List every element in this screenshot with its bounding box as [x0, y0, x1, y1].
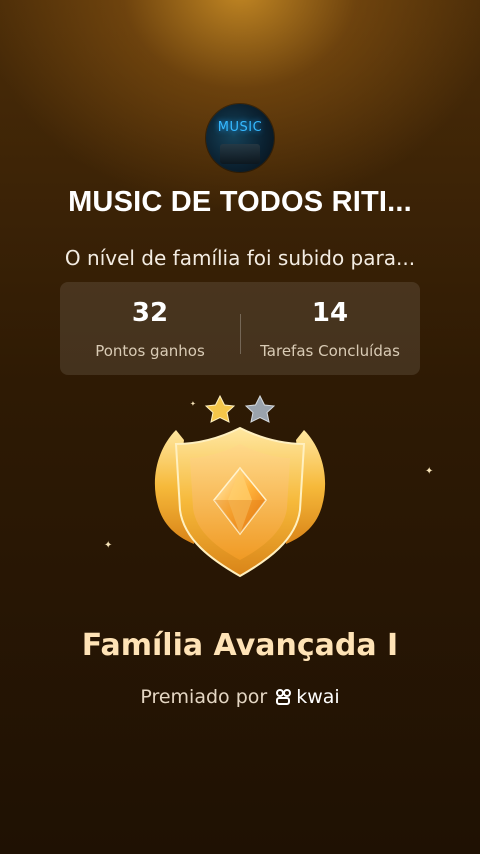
stat-points-label: Pontos ganhos — [95, 342, 205, 360]
star-filled-icon — [204, 394, 236, 423]
stats-panel: 32 Pontos ganhos 14 Tarefas Concluídas — [60, 282, 420, 375]
avatar-image-detail — [220, 144, 260, 164]
sparkle-icon: ✦ — [104, 540, 113, 551]
star-empty-icon — [244, 394, 276, 423]
stat-tasks-label: Tarefas Concluídas — [260, 342, 400, 360]
kwai-brand: kwai — [275, 686, 340, 708]
awarded-by-label: Premiado por — [140, 686, 268, 708]
stat-points: 32 Pontos ganhos — [60, 282, 240, 375]
awarded-by: Premiado por kwai — [0, 686, 480, 708]
stat-tasks-value: 14 — [311, 298, 349, 328]
stat-points-value: 32 — [131, 298, 169, 328]
level-up-message: O nível de família foi subido para... — [64, 246, 416, 270]
sparkle-icon: ✦ — [425, 466, 434, 477]
level-badge — [154, 394, 326, 578]
level-name: Família Avançada I — [81, 628, 399, 663]
group-avatar[interactable]: MUSIC — [206, 104, 274, 172]
avatar-label: MUSIC — [217, 120, 263, 135]
kwai-logo-icon — [276, 689, 292, 705]
sparkle-icon: ✦ — [190, 400, 196, 408]
stat-tasks: 14 Tarefas Concluídas — [240, 282, 420, 375]
group-name: MUSIC DE TODOS RITI... — [68, 186, 412, 218]
brand-name: kwai — [296, 686, 340, 708]
